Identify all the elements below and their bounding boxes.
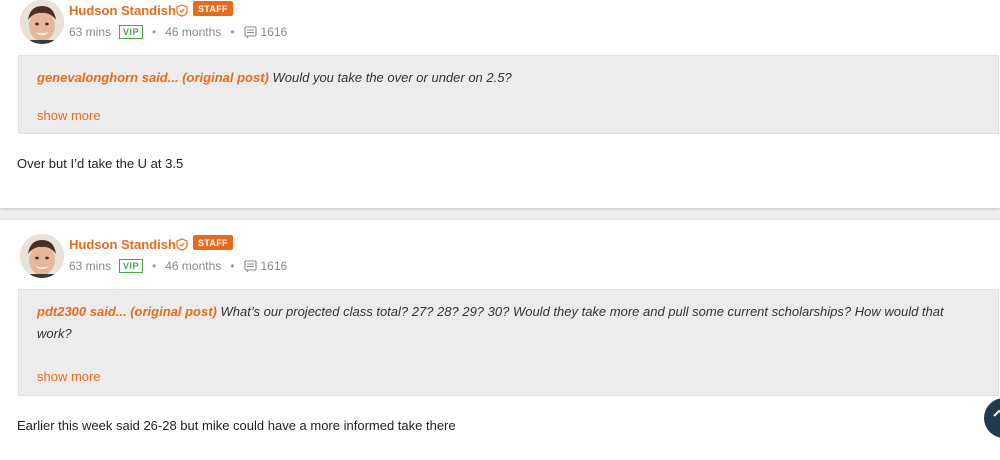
avatar[interactable] <box>20 0 64 44</box>
member-tenure: 46 months <box>165 25 222 39</box>
shield-icon <box>176 238 188 251</box>
author-name[interactable]: Hudson Standish <box>69 3 176 18</box>
message-icon <box>243 259 257 272</box>
quote-text: pdt2300 said... (original post) What’s o… <box>37 301 980 345</box>
author-name[interactable]: Hudson Standish <box>69 237 176 252</box>
vip-badge: VIP <box>119 25 144 39</box>
post-meta: 63 mins VIP • 46 months • 1616 <box>69 259 287 273</box>
avatar[interactable] <box>20 234 64 278</box>
message-count: 1616 <box>260 259 288 273</box>
member-tenure: 46 months <box>165 259 222 273</box>
separator-dot: • <box>152 25 157 39</box>
staff-badge: STAFF <box>193 235 233 250</box>
post-body: Earlier this week said 26-28 but mike co… <box>17 418 456 433</box>
message-count: 1616 <box>260 25 288 39</box>
quote-text: genevalonghorn said... (original post) W… <box>37 67 980 89</box>
quote-username[interactable]: genevalonghorn <box>37 70 138 85</box>
message-icon <box>243 25 257 38</box>
chevron-up-icon <box>993 409 1000 417</box>
staff-badge: STAFF <box>193 1 233 16</box>
post-body: Over but I’d take the U at 3.5 <box>17 156 184 171</box>
quote-said-label: said... ( <box>138 70 187 85</box>
quote-username[interactable]: pdt2300 <box>37 304 86 319</box>
separator-dot: • <box>152 259 157 273</box>
show-more-link[interactable]: show more <box>37 108 101 123</box>
shield-icon <box>176 4 188 17</box>
post-card: Hudson Standish STAFF 63 mins VIP • 46 m… <box>0 220 1000 460</box>
show-more-link[interactable]: show more <box>37 369 101 384</box>
original-post-link[interactable]: original post <box>135 304 213 319</box>
original-post-link[interactable]: original post <box>187 70 265 85</box>
post-time[interactable]: 63 mins <box>69 25 111 39</box>
quote-block: pdt2300 said... (original post) What’s o… <box>18 289 999 396</box>
separator-dot: • <box>230 25 235 39</box>
post-meta: 63 mins VIP • 46 months • 1616 <box>69 25 287 39</box>
post-card: Hudson Standish STAFF 63 mins VIP • 46 m… <box>0 0 1000 208</box>
quote-body: Would you take the over or under on 2.5? <box>268 70 512 85</box>
vip-badge: VIP <box>119 259 144 273</box>
separator-dot: • <box>230 259 235 273</box>
quote-said-label: said... ( <box>86 304 135 319</box>
post-time[interactable]: 63 mins <box>69 259 111 273</box>
quote-block: genevalonghorn said... (original post) W… <box>18 55 999 134</box>
